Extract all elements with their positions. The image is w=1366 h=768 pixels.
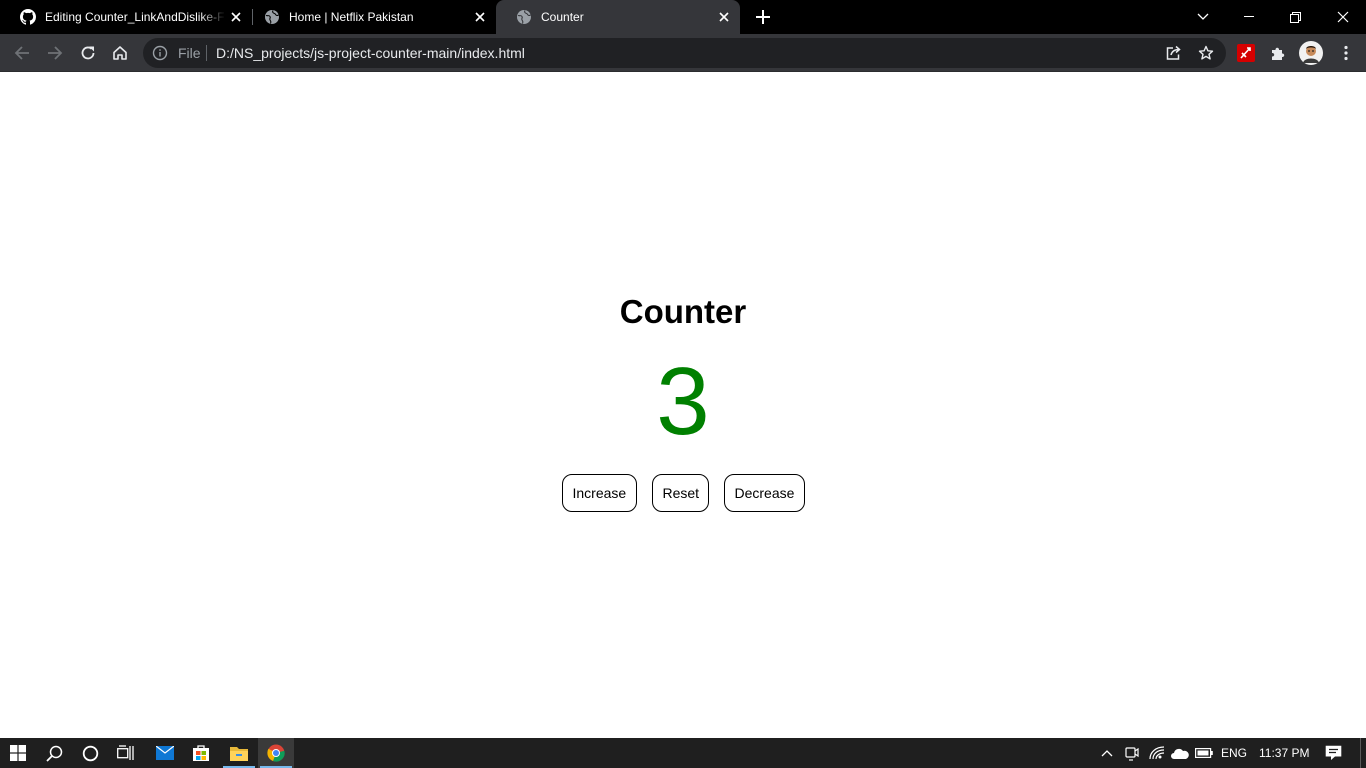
- extension-button[interactable]: [1230, 37, 1262, 69]
- reset-button[interactable]: Reset: [651, 474, 709, 512]
- search-icon: [45, 745, 62, 762]
- file-explorer-icon: [230, 746, 248, 761]
- increase-button[interactable]: Increase: [561, 474, 637, 512]
- scheme-label: File: [178, 45, 201, 61]
- taskbar-search-button[interactable]: [36, 738, 72, 768]
- tray-network-button[interactable]: [1146, 738, 1168, 768]
- decrease-button[interactable]: Decrease: [723, 474, 805, 512]
- home-button[interactable]: [104, 37, 136, 69]
- extensions-menu-button[interactable]: [1262, 37, 1294, 69]
- plus-icon: [756, 10, 770, 24]
- restore-button[interactable]: [1272, 0, 1318, 34]
- back-button[interactable]: [6, 37, 38, 69]
- close-window-button[interactable]: [1320, 0, 1366, 34]
- reload-button[interactable]: [72, 37, 104, 69]
- address-bar[interactable]: File D:/NS_projects/js-project-counter-m…: [143, 38, 1226, 68]
- profile-button[interactable]: [1295, 37, 1327, 69]
- minimize-icon: [1244, 16, 1254, 17]
- page-viewport: Counter 3 Increase Reset Decrease: [0, 72, 1366, 738]
- counter-value: 3: [656, 348, 710, 455]
- browser-tabstrip: Editing Counter_LinkAndDislike-F Home | …: [0, 0, 1366, 34]
- webcam-icon: [1125, 747, 1139, 761]
- extension-logo-icon: [1237, 44, 1255, 62]
- store-app-button[interactable]: [183, 738, 219, 768]
- show-desktop-button[interactable]: [1360, 738, 1366, 768]
- tab-title: Editing Counter_LinkAndDislike-F: [45, 10, 225, 24]
- clock[interactable]: 11:37 PM: [1259, 738, 1309, 768]
- chevron-down-icon: [1197, 13, 1209, 20]
- store-icon: [193, 745, 209, 761]
- tab-close-icon[interactable]: [226, 7, 246, 27]
- globe-icon: [264, 9, 280, 25]
- page-title: Counter: [619, 293, 747, 330]
- omnibox-divider: [206, 45, 207, 61]
- browser-menu-button[interactable]: [1330, 37, 1362, 69]
- chevron-up-icon: [1101, 750, 1113, 757]
- puzzle-icon: [1272, 47, 1285, 60]
- tab-counter[interactable]: Counter: [496, 0, 740, 34]
- battery-icon: [1195, 748, 1213, 758]
- task-view-icon: [117, 745, 134, 760]
- tray-onedrive-button[interactable]: [1169, 738, 1191, 768]
- tab-search-button[interactable]: [1180, 0, 1226, 34]
- show-hidden-icons-button[interactable]: [1096, 738, 1118, 768]
- tray-battery-button[interactable]: [1193, 738, 1215, 768]
- url-text[interactable]: D:/NS_projects/js-project-counter-main/i…: [216, 45, 525, 61]
- start-button[interactable]: [0, 738, 36, 768]
- home-icon: [113, 46, 127, 60]
- github-icon: [20, 9, 36, 25]
- language-indicator[interactable]: ENG: [1221, 738, 1247, 768]
- chrome-app-button[interactable]: [258, 738, 294, 768]
- browser-toolbar: File D:/NS_projects/js-project-counter-m…: [0, 34, 1366, 72]
- kebab-menu-icon: [1344, 45, 1348, 61]
- mail-icon: [156, 746, 174, 760]
- info-icon[interactable]: [152, 45, 168, 61]
- avatar: [1299, 41, 1323, 65]
- windows-start-icon: [10, 745, 26, 761]
- counter-button-row: Increase Reset Decrease: [0, 474, 1366, 512]
- windows-taskbar: ENG 11:37 PM: [0, 738, 1366, 768]
- close-icon: [1337, 11, 1349, 23]
- task-view-button[interactable]: [108, 738, 144, 768]
- tab-netflix-home[interactable]: Home | Netflix Pakistan: [244, 0, 496, 34]
- restore-icon: [1289, 11, 1301, 23]
- reload-icon: [81, 46, 95, 60]
- cloud-icon: [1171, 748, 1189, 759]
- action-center-button[interactable]: [1318, 738, 1348, 768]
- tray-meet-now-button[interactable]: [1121, 738, 1143, 768]
- tab-title: Home | Netflix Pakistan: [289, 10, 414, 24]
- globe-icon: [516, 9, 532, 25]
- notification-icon: [1325, 745, 1341, 760]
- file-explorer-button[interactable]: [221, 738, 257, 768]
- forward-button[interactable]: [39, 37, 71, 69]
- arrow-right-icon: [48, 46, 63, 60]
- tab-github-editing[interactable]: Editing Counter_LinkAndDislike-F: [0, 0, 252, 34]
- tab-close-icon[interactable]: [470, 7, 490, 27]
- arrow-left-icon: [14, 46, 29, 60]
- wifi-icon: [1149, 746, 1165, 760]
- new-tab-button[interactable]: [752, 6, 774, 28]
- minimize-button[interactable]: [1226, 0, 1272, 34]
- cortana-button[interactable]: [72, 738, 108, 768]
- mail-app-button[interactable]: [147, 738, 183, 768]
- cortana-icon: [82, 745, 98, 761]
- share-icon[interactable]: [1163, 43, 1183, 63]
- tab-close-icon[interactable]: [714, 7, 734, 27]
- chrome-icon: [267, 744, 285, 762]
- tab-title: Counter: [541, 10, 584, 24]
- bookmark-star-icon[interactable]: [1196, 43, 1216, 63]
